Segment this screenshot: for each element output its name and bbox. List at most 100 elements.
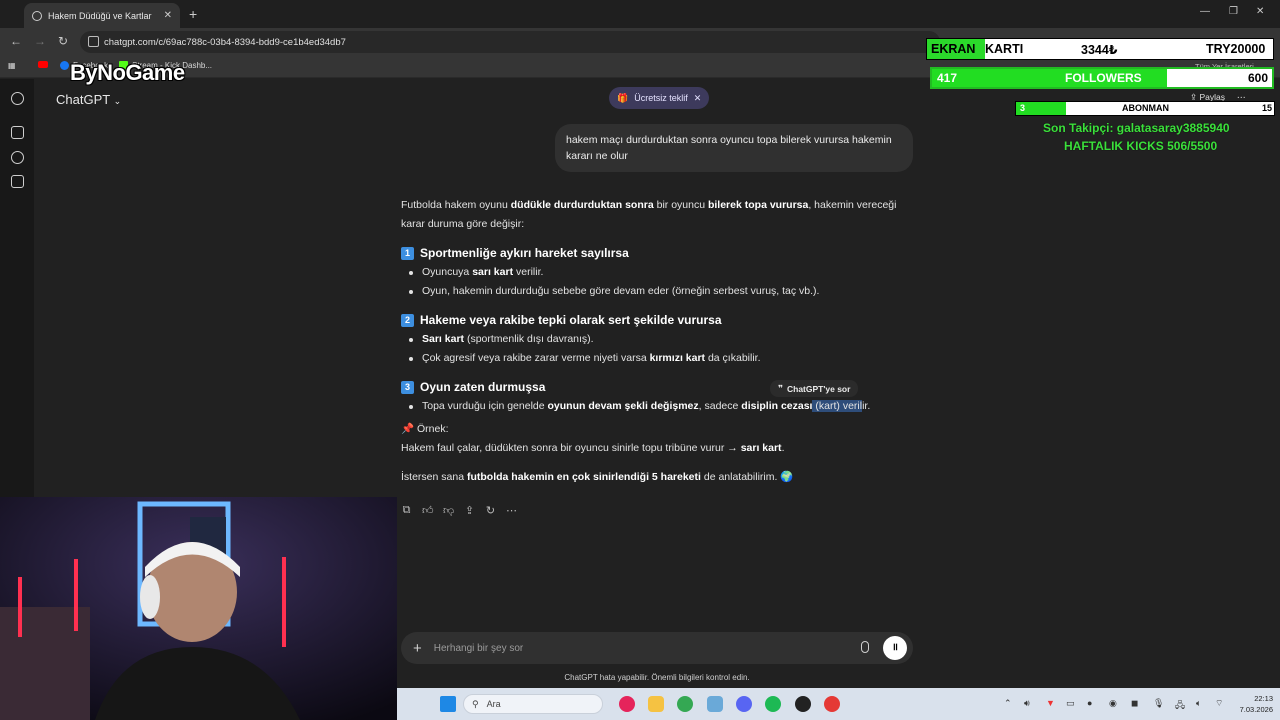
search-icon: ⚲ bbox=[472, 698, 479, 709]
regenerate-icon[interactable]: ↻ bbox=[485, 504, 496, 517]
speaker-icon[interactable]: 🔈︎ bbox=[1196, 698, 1201, 709]
apps-grid-icon[interactable]: ▦ bbox=[8, 61, 16, 70]
more-icon[interactable]: ⋯ bbox=[506, 504, 517, 517]
offer-label: Ücretsiz teklif bbox=[634, 93, 688, 103]
chevron-down-icon: ⌄ bbox=[113, 96, 122, 106]
chatgpt-favicon-icon bbox=[32, 10, 42, 21]
intro-paragraph: Futbolda hakem oyunu düdükle durdurdukta… bbox=[401, 199, 897, 230]
clock-date: 7.03.2026 bbox=[1239, 705, 1273, 714]
card-goal-overlay: EKRAN KARTI 3344₺ TRY20000 bbox=[926, 38, 1274, 60]
close-tab-icon[interactable]: ✕ bbox=[164, 10, 172, 21]
windows-taskbar: ⚲ Ara ⌃ 🔊︎ ▼ ▭ ● ◉ ◼ 🎙︎ 🖧︎ 🔈︎ ⌔ 22:13 7.… bbox=[397, 688, 1280, 720]
media-player-icon[interactable] bbox=[619, 696, 635, 712]
keycap-number-icon: 3 bbox=[401, 381, 414, 394]
prompt-input[interactable]: Herhangi bir şey sor bbox=[434, 643, 523, 654]
steam-icon[interactable]: ◉ bbox=[1109, 698, 1117, 709]
network-icon[interactable]: 🖧︎ bbox=[1175, 698, 1185, 714]
network-app-icon[interactable] bbox=[707, 696, 723, 712]
example-label: 📌 Örnek: bbox=[401, 423, 449, 435]
back-arrow-icon[interactable]: ← bbox=[10, 34, 22, 48]
gift-icon: 🎁 bbox=[617, 92, 629, 103]
followers-goal: 600 bbox=[1248, 71, 1269, 85]
library-icon[interactable] bbox=[11, 175, 24, 188]
list-item: Oyun, hakemin durdurduğu sebebe göre dev… bbox=[401, 282, 913, 301]
battery-icon[interactable]: ▭ bbox=[1066, 698, 1075, 709]
list-item: Oyuncuya sarı kart verilir. bbox=[401, 263, 913, 282]
free-offer-pill[interactable]: 🎁 Ücretsiz teklif ✕ bbox=[609, 87, 710, 109]
tray-app-icon[interactable]: ◼ bbox=[1131, 698, 1138, 709]
tab-title: Hakem Düdüğü ve Kartlar bbox=[48, 10, 152, 21]
model-picker[interactable]: ChatGPT ⌄ bbox=[56, 92, 121, 107]
tray-app-icon[interactable]: ● bbox=[1087, 698, 1092, 708]
section-heading: 2 Hakeme veya rakibe tepki olarak sert şe… bbox=[401, 311, 913, 330]
youtube-icon bbox=[38, 61, 48, 68]
plus-icon[interactable]: + bbox=[413, 640, 422, 657]
site-info-icon[interactable] bbox=[88, 36, 99, 47]
maximize-icon[interactable]: ❐ bbox=[1229, 6, 1238, 17]
volume-icon[interactable]: 🔊︎ bbox=[1024, 698, 1030, 709]
file-explorer-icon[interactable] bbox=[648, 696, 664, 712]
tray-app-icon[interactable]: ▼ bbox=[1046, 698, 1055, 708]
chrome-icon[interactable] bbox=[677, 696, 693, 712]
reload-icon[interactable]: ↻ bbox=[58, 34, 68, 48]
share-icon[interactable]: ⇪ bbox=[464, 504, 475, 517]
ask-chatgpt-tooltip[interactable]: ❞ ChatGPT'ye sor bbox=[770, 380, 859, 397]
browser-tab[interactable]: Hakem Düdüğü ve Kartlar ✕ bbox=[24, 3, 180, 28]
thumbs-down-icon[interactable]: 👎︎ bbox=[443, 504, 454, 517]
voice-mode-icon[interactable]: ॥ bbox=[883, 636, 907, 660]
discord-icon[interactable] bbox=[736, 696, 752, 712]
streamer-camera-image bbox=[0, 497, 397, 720]
openai-logo-icon[interactable] bbox=[11, 92, 24, 105]
taskbar-search-label: Ara bbox=[486, 699, 501, 709]
keycap-number-icon: 1 bbox=[401, 247, 414, 260]
taskbar-search[interactable]: ⚲ Ara bbox=[463, 694, 603, 714]
example-text: Hakem faul çalar, düdükten sonra bir oyu… bbox=[401, 442, 785, 454]
microphone-icon[interactable] bbox=[861, 641, 869, 653]
globe-icon: 🌍 bbox=[780, 471, 794, 483]
microphone-icon[interactable]: 🎙︎ bbox=[1153, 698, 1164, 709]
subs-label: ABONMAN bbox=[1122, 103, 1169, 113]
stream-logo: ByNoGame bbox=[70, 60, 185, 85]
taskbar-clock[interactable]: 22:13 7.03.2026 bbox=[1233, 693, 1273, 715]
user-message: hakem maçı durdurduktan sonra oyuncu top… bbox=[555, 124, 913, 172]
bookmark-youtube[interactable] bbox=[38, 61, 48, 68]
prompt-composer[interactable]: + Herhangi bir şey sor ॥ bbox=[401, 632, 913, 664]
minimize-icon[interactable]: — bbox=[1200, 6, 1210, 17]
copy-icon[interactable]: ⧉ bbox=[401, 504, 412, 517]
wifi-icon[interactable]: ⌔ bbox=[1215, 698, 1223, 709]
subs-goal: 15 bbox=[1262, 103, 1273, 113]
close-icon[interactable]: ✕ bbox=[694, 93, 702, 104]
ask-tooltip-label: ChatGPT'ye sor bbox=[787, 383, 851, 394]
spotify-icon[interactable] bbox=[765, 696, 781, 712]
followers-label: FOLLOWERS bbox=[1065, 71, 1142, 85]
obs-icon[interactable] bbox=[795, 696, 811, 712]
list-item: Topa vurduğu için genelde oyunun devam ş… bbox=[401, 397, 913, 416]
tray-overflow-icon[interactable]: ⌃ bbox=[1004, 698, 1012, 709]
quote-icon: ❞ bbox=[778, 383, 783, 393]
new-tab-icon[interactable]: + bbox=[189, 6, 197, 22]
card-goal: TRY20000 bbox=[1206, 42, 1266, 56]
card-label-a: EKRAN bbox=[931, 42, 976, 56]
windows-start-icon[interactable] bbox=[440, 696, 456, 712]
sidebar-rail bbox=[0, 79, 34, 497]
keycap-number-icon: 2 bbox=[401, 314, 414, 327]
weekly-kicks: HAFTALIK KICKS 506/5500 bbox=[1064, 139, 1218, 153]
followers-current: 417 bbox=[937, 71, 958, 85]
list-item: Sarı kart (sportmenlik dışı davranış). bbox=[401, 330, 913, 349]
close-window-icon[interactable]: ✕ bbox=[1256, 6, 1264, 17]
text-selection[interactable]: (kart) veril bbox=[812, 400, 863, 412]
list-item: Çok agresif veya rakibe zarar verme niye… bbox=[401, 349, 913, 368]
facebook-icon bbox=[60, 61, 69, 70]
app-icon[interactable] bbox=[824, 696, 840, 712]
model-label: ChatGPT bbox=[56, 92, 110, 107]
search-icon[interactable] bbox=[11, 151, 24, 164]
thumbs-up-icon[interactable]: 👍︎ bbox=[422, 504, 434, 517]
message-actions: ⧉ 👍︎ 👎︎ ⇪ ↻ ⋯ bbox=[401, 504, 517, 517]
new-chat-icon[interactable] bbox=[11, 126, 24, 139]
clock-time: 22:13 bbox=[1254, 694, 1273, 703]
address-bar[interactable]: chatgpt.com/c/69ac788c-03b4-8394-bdd9-ce… bbox=[80, 31, 940, 53]
forward-arrow-icon[interactable]: → bbox=[34, 34, 46, 48]
last-follower: Son Takipçi: galatasaray3885940 bbox=[1043, 121, 1230, 135]
pushpin-icon: 📌 bbox=[401, 423, 415, 435]
assistant-message: Futbolda hakem oyunu düdükle durdurdukta… bbox=[401, 196, 913, 487]
